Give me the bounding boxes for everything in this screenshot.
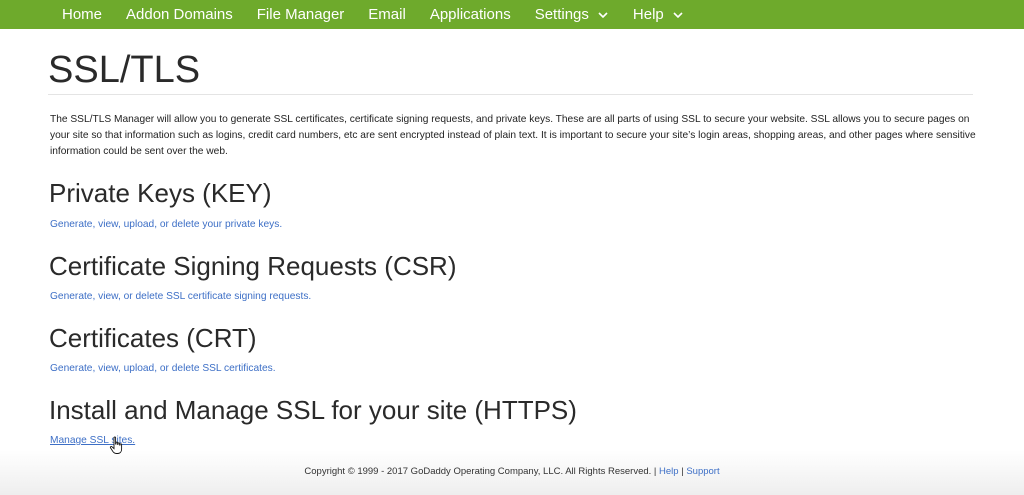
nav-email-label: Email bbox=[368, 6, 406, 23]
nav-settings-label: Settings bbox=[534, 6, 589, 23]
certificates-link[interactable]: Generate, view, upload, or delete SSL ce… bbox=[50, 363, 276, 374]
footer-help-link[interactable]: Help bbox=[659, 466, 679, 477]
private-keys-link[interactable]: Generate, view, upload, or delete your p… bbox=[50, 219, 282, 230]
intro-description: The SSL/TLS Manager will allow you to ge… bbox=[50, 114, 976, 157]
nav-addon-domains-label: Addon Domains bbox=[126, 6, 233, 23]
top-navigation-bar: Home Addon Domains File Manager Email Ap… bbox=[0, 0, 1024, 29]
footer-copyright: Copyright © 1999 - 2017 GoDaddy Operatin… bbox=[304, 466, 660, 477]
chevron-down-icon bbox=[673, 11, 683, 18]
nav-addon-domains[interactable]: Addon Domains bbox=[126, 6, 233, 23]
nav-home[interactable]: Home bbox=[62, 6, 102, 23]
section-title-certificates: Certificates (CRT) bbox=[49, 323, 257, 353]
nav-settings-dropdown[interactable]: Settings bbox=[535, 6, 609, 23]
page-title: SSL/TLS bbox=[48, 49, 201, 91]
nav-help-dropdown[interactable]: Help bbox=[633, 6, 684, 23]
csr-link[interactable]: Generate, view, or delete SSL certificat… bbox=[50, 291, 311, 302]
nav-file-manager-label: File Manager bbox=[256, 6, 345, 23]
nav-applications[interactable]: Applications bbox=[430, 6, 511, 23]
footer-support-link[interactable]: Support bbox=[686, 466, 719, 477]
chevron-down-icon bbox=[598, 11, 608, 18]
nav-home-label: Home bbox=[62, 6, 103, 23]
hand-pointer-cursor-icon bbox=[109, 436, 123, 454]
nav-applications-label: Applications bbox=[429, 6, 511, 23]
section-title-install-manage-ssl: Install and Manage SSL for your site (HT… bbox=[49, 395, 577, 425]
nav-help-label: Help bbox=[632, 6, 664, 23]
section-title-csr: Certificate Signing Requests (CSR) bbox=[49, 251, 457, 281]
title-divider bbox=[48, 94, 973, 95]
footer: Copyright © 1999 - 2017 GoDaddy Operatin… bbox=[0, 466, 1024, 477]
nav-email[interactable]: Email bbox=[368, 6, 406, 23]
nav-file-manager[interactable]: File Manager bbox=[257, 6, 345, 23]
section-title-private-keys: Private Keys (KEY) bbox=[49, 178, 272, 208]
